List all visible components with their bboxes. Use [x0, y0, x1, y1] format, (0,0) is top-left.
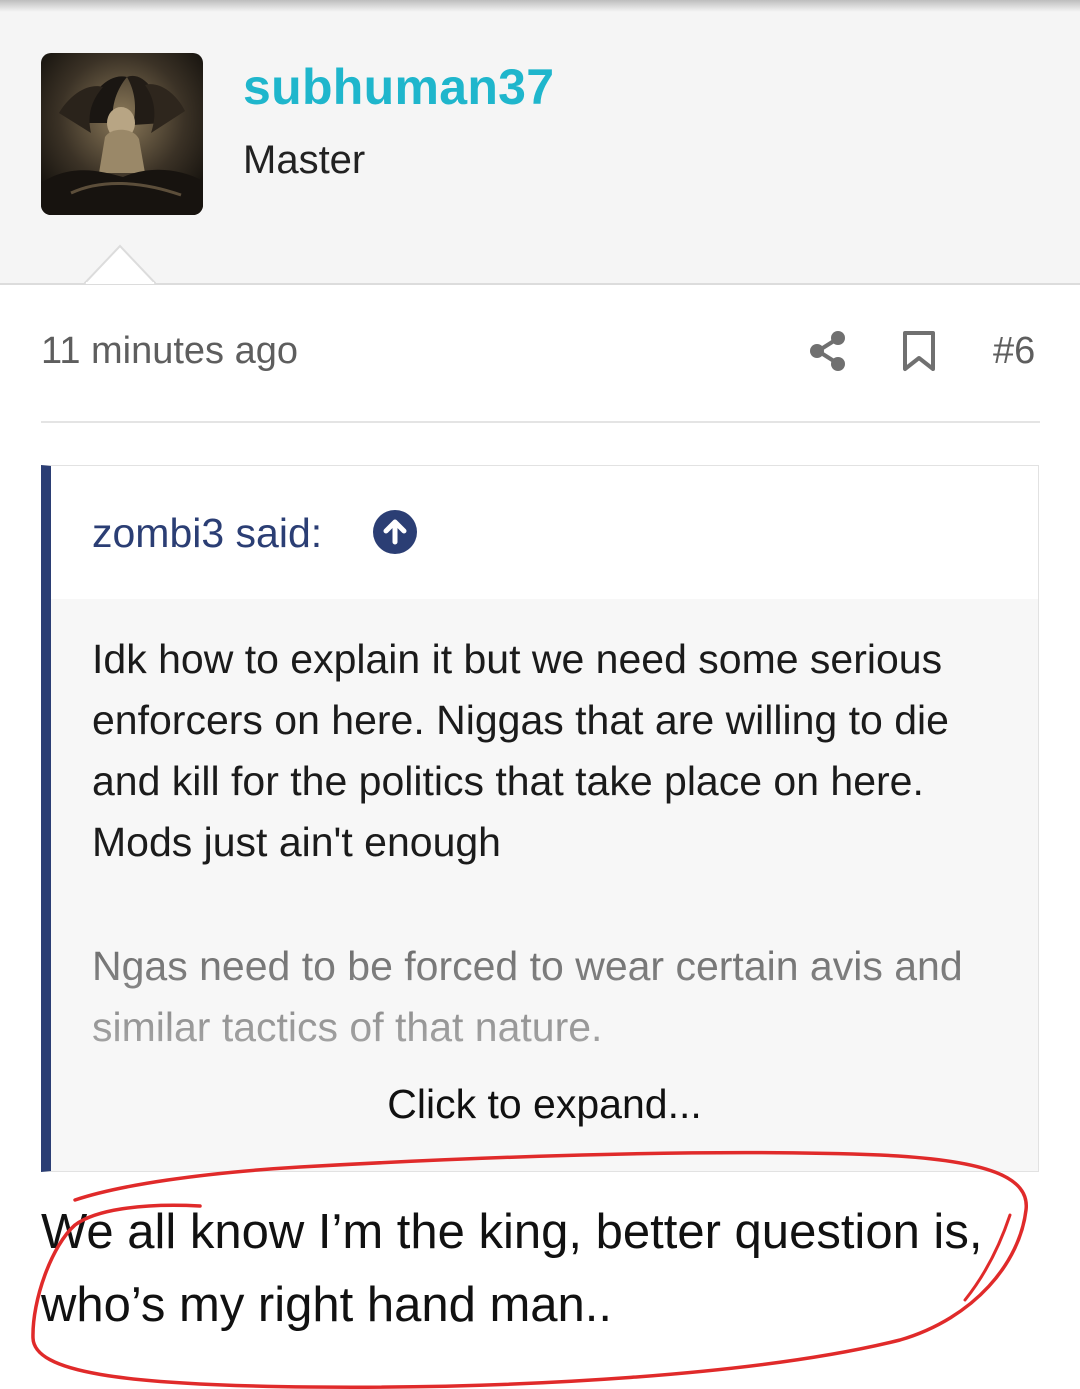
quote-author-link[interactable]: zombi3 said:: [92, 510, 322, 557]
quote-paragraph-2: Ngas need to be forced to wear certain a…: [92, 943, 963, 1050]
share-button[interactable]: [807, 330, 849, 372]
bookmark-icon: [903, 331, 935, 371]
post-timestamp[interactable]: 11 minutes ago: [41, 330, 298, 373]
meta-divider: [41, 421, 1040, 423]
share-icon: [810, 331, 845, 371]
quote-content: Idk how to explain it but we need some s…: [51, 599, 1038, 1171]
arrow-up-circle-icon[interactable]: [372, 509, 418, 555]
quote-paragraph-1: Idk how to explain it but we need some s…: [92, 636, 949, 865]
user-avatar[interactable]: [41, 53, 203, 215]
quote-header: zombi3 said:: [51, 466, 1038, 599]
header-pointer-arrow: [84, 244, 156, 284]
click-to-expand-link[interactable]: Click to expand...: [51, 1081, 1038, 1128]
username-link[interactable]: subhuman37: [243, 58, 554, 116]
post-number-link[interactable]: #6: [993, 330, 1035, 373]
user-title: Master: [243, 138, 366, 182]
bookmark-button[interactable]: [900, 330, 938, 372]
post-header: subhuman37 Master: [0, 0, 1080, 285]
quote-block: zombi3 said: Idk how to explain it but w…: [41, 465, 1039, 1172]
dark-angel-avatar-icon: [41, 53, 203, 215]
top-shadow: [0, 0, 1080, 12]
reply-text: We all know I’m the king, better questio…: [41, 1205, 983, 1332]
